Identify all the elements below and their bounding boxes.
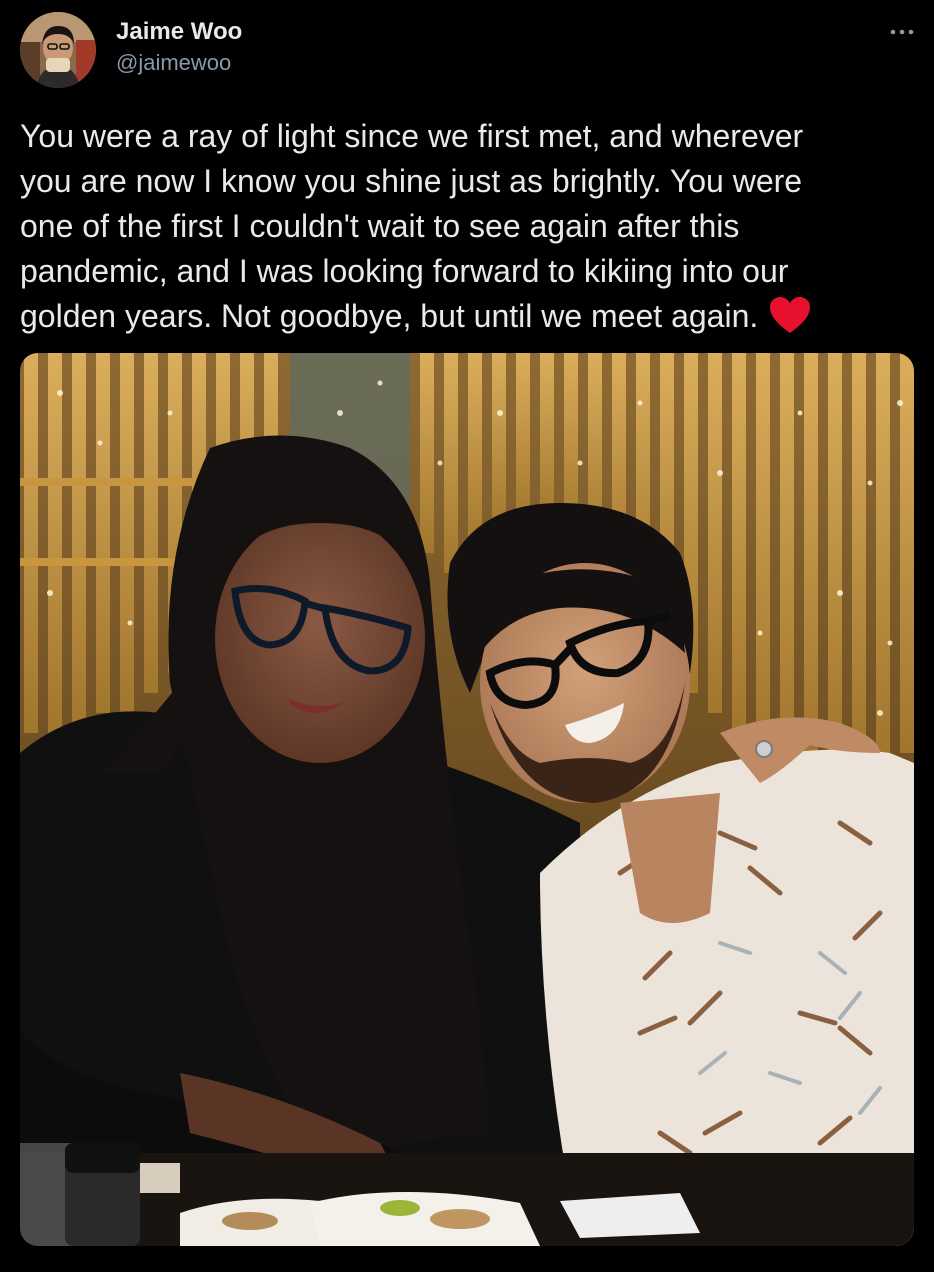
more-options-button[interactable] [884,18,920,46]
avatar[interactable] [20,12,96,88]
more-horizontal-icon [890,29,914,35]
tweet-text: You were a ray of light since we first m… [20,114,920,339]
tweet-photo[interactable] [20,353,914,1246]
tweet: Jaime Woo @jaimewoo You were a ray of li… [0,0,934,1272]
red-heart-icon [770,297,811,333]
author-handle[interactable]: @jaimewoo [116,48,231,78]
tweet-body: You were a ray of light since we first m… [20,118,804,334]
author-name[interactable]: Jaime Woo [116,16,242,48]
